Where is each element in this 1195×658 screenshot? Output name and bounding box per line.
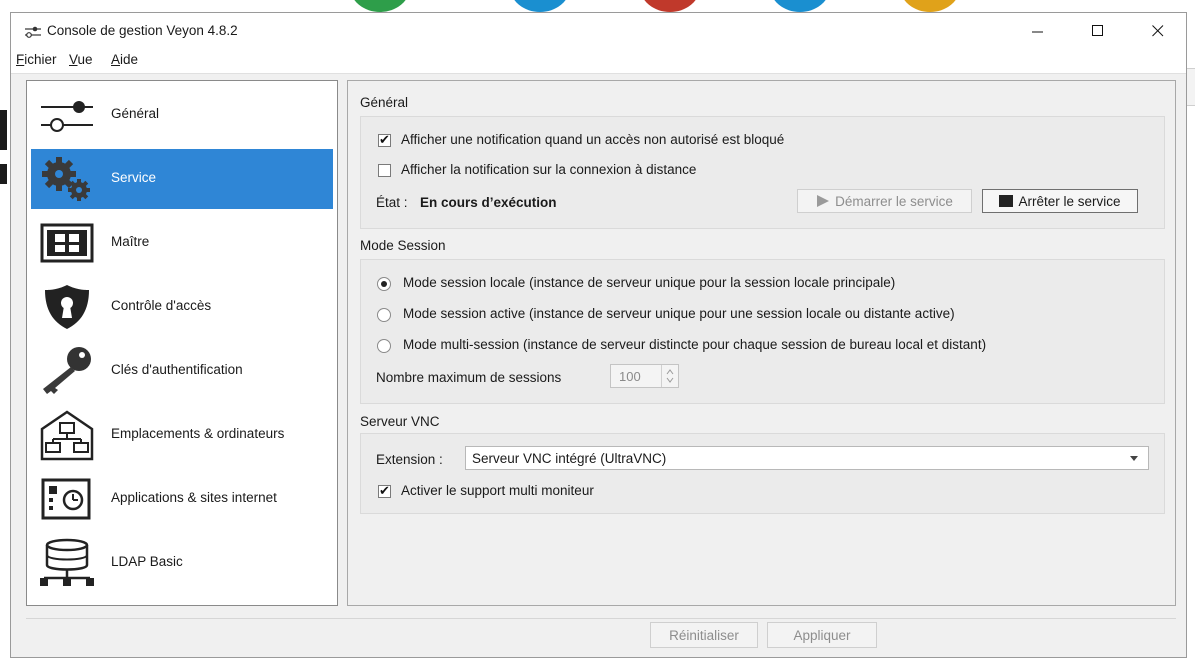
minimize-icon: [1032, 31, 1043, 33]
spin-arrows-icon: [666, 369, 674, 383]
sidebar: Général Service Maître Contrôle d'accès …: [26, 80, 338, 606]
session-group-title: Mode Session: [360, 238, 446, 253]
start-service-button[interactable]: Démarrer le service: [797, 189, 972, 213]
vnc-group-title: Serveur VNC: [360, 414, 440, 429]
database-network-icon: [37, 538, 97, 588]
sidebar-item-label: LDAP Basic: [111, 554, 183, 569]
play-icon: [817, 195, 830, 207]
sidebar-item-label: Contrôle d'accès: [111, 298, 212, 313]
desktop-decoration: [770, 0, 830, 12]
menu-bar: Fichier Vue Aide: [11, 49, 1186, 74]
sidebar-item-ldap[interactable]: LDAP Basic: [31, 533, 333, 593]
state-value: En cours d’exécution: [420, 195, 557, 210]
notify-remote-checkbox[interactable]: [378, 164, 391, 177]
sidebar-item-service[interactable]: Service: [31, 149, 333, 209]
session-mode-multi-radio[interactable]: [377, 339, 391, 353]
maximize-button[interactable]: [1075, 13, 1121, 49]
shield-keyhole-icon: [37, 282, 97, 332]
max-sessions-label: Nombre maximum de sessions: [376, 370, 562, 385]
sidebar-item-label: Emplacements & ordinateurs: [111, 426, 285, 441]
multi-monitor-checkbox[interactable]: [378, 483, 391, 499]
close-icon: [1152, 25, 1164, 37]
grid-window-icon: [37, 218, 97, 268]
session-mode-local-radio[interactable]: [377, 277, 391, 291]
footer-separator: [26, 618, 1176, 619]
desktop-decoration: [640, 0, 700, 12]
sidebar-item-label: Maître: [111, 234, 150, 249]
desktop-edge: [1187, 68, 1195, 106]
minimize-button[interactable]: [1015, 13, 1061, 49]
general-group: Afficher une notification quand un accès…: [360, 116, 1165, 229]
stop-icon: [999, 195, 1014, 207]
slider-settings-icon: [37, 90, 97, 140]
desktop-edge: [0, 110, 10, 214]
session-group: Mode session locale (instance de serveur…: [360, 259, 1165, 404]
session-mode-active-radio[interactable]: [377, 308, 391, 322]
max-sessions-spinbox[interactable]: 100: [610, 364, 679, 388]
notify-unauthorized-label: Afficher une notification quand un accès…: [401, 132, 785, 147]
session-mode-multi-label: Mode multi-session (instance de serveur …: [403, 337, 987, 352]
menu-fichier[interactable]: Fichier: [16, 52, 57, 67]
reset-button[interactable]: Réinitialiser: [650, 622, 758, 648]
window-title: Console de gestion Veyon 4.8.2: [47, 23, 238, 38]
maximize-icon: [1092, 25, 1103, 36]
sidebar-item-label: Service: [111, 170, 157, 185]
apply-button[interactable]: Appliquer: [767, 622, 877, 648]
state-label: État :: [376, 195, 408, 210]
desktop-decoration: [900, 0, 960, 12]
vnc-extension-select[interactable]: Serveur VNC intégré (UltraVNC): [465, 446, 1149, 470]
chevron-down-icon: [1130, 456, 1138, 461]
notify-remote-label: Afficher la notification sur la connexio…: [401, 162, 697, 177]
house-computers-icon: [37, 410, 97, 461]
sidebar-item-label: Applications & sites internet: [111, 490, 277, 505]
sidebar-item-label: Clés d'authentification: [111, 362, 243, 377]
service-settings-panel: Général Afficher une notification quand …: [347, 80, 1176, 606]
sidebar-item-label: Général: [111, 106, 160, 121]
sidebar-item-emplacements[interactable]: Emplacements & ordinateurs: [31, 405, 333, 465]
desktop-decoration: [350, 0, 410, 12]
session-mode-active-label: Mode session active (instance de serveur…: [403, 306, 955, 321]
sidebar-item-controle-acces[interactable]: Contrôle d'accès: [31, 277, 333, 337]
desktop-decoration: [510, 0, 570, 12]
general-group-title: Général: [360, 95, 409, 110]
window-clock-icon: [37, 474, 97, 524]
notify-unauthorized-checkbox[interactable]: [378, 132, 391, 148]
key-icon: [37, 346, 97, 396]
multi-monitor-label: Activer le support multi moniteur: [401, 483, 594, 498]
close-button[interactable]: [1135, 13, 1181, 49]
extension-label: Extension :: [376, 452, 443, 467]
app-logo-icon: [25, 26, 41, 38]
session-mode-local-label: Mode session locale (instance de serveur…: [403, 275, 896, 290]
sidebar-item-general[interactable]: Général: [31, 85, 333, 145]
menu-vue[interactable]: Vue: [69, 52, 93, 67]
vnc-group: Extension : Serveur VNC intégré (UltraVN…: [360, 433, 1165, 514]
sidebar-item-cles[interactable]: Clés d'authentification: [31, 341, 333, 401]
title-bar: Console de gestion Veyon 4.8.2: [11, 13, 1186, 49]
sidebar-item-applications[interactable]: Applications & sites internet: [31, 469, 333, 529]
stop-service-button[interactable]: Arrêter le service: [982, 189, 1138, 213]
menu-aide[interactable]: Aide: [111, 52, 138, 67]
gears-icon: [37, 154, 97, 204]
sidebar-item-maitre[interactable]: Maître: [31, 213, 333, 273]
